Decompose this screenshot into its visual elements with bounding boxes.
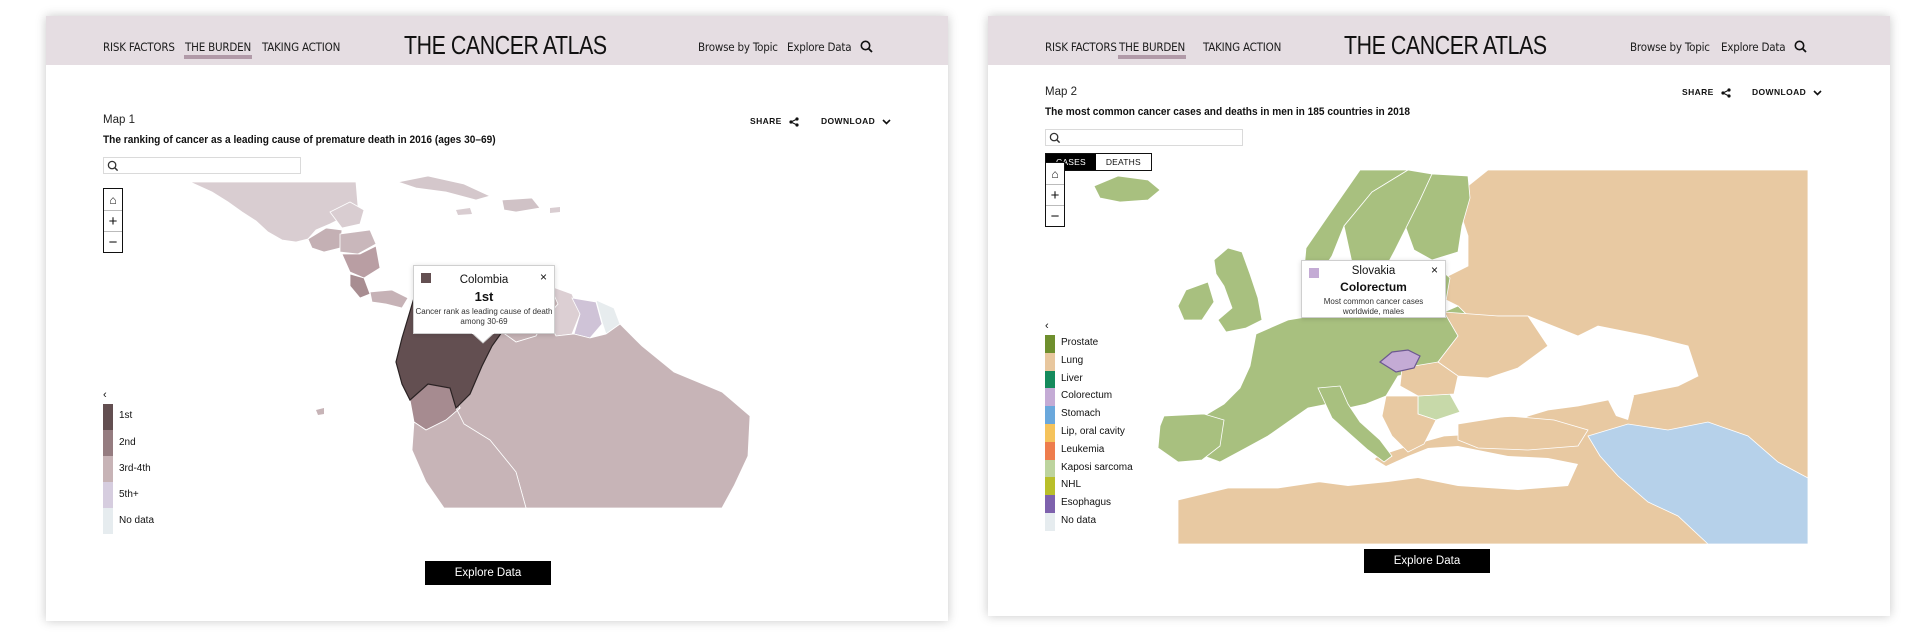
legend-swatch [1045, 441, 1055, 460]
legend-swatch [103, 404, 113, 430]
legend-swatch [1045, 459, 1055, 478]
tooltip-desc-line1: Cancer rank as leading cause of death [415, 307, 553, 316]
legend-label: Lip, oral cavity [1061, 425, 1125, 437]
legend-item-colorectum: Colorectum [1045, 388, 1112, 407]
legend-label: Liver [1061, 372, 1083, 384]
legend-label: 5th+ [119, 489, 139, 500]
tooltip-swatch [421, 273, 431, 283]
tooltip-desc-line2: worldwide, males [1342, 307, 1405, 316]
legend-swatch [1045, 406, 1055, 424]
map-legend: ‹ Prostate Lung Liver Colorectum Stomach… [1045, 320, 1133, 531]
legend-item-lung: Lung [1045, 352, 1083, 371]
country-jamaica [456, 208, 472, 215]
tooltip-value: 1st [474, 289, 494, 304]
map-tooltip: × Slovakia Colorectum Most common cancer… [1301, 260, 1446, 318]
country-panama[interactable] [369, 289, 409, 309]
legend-item-1st: 1st [103, 404, 132, 430]
legend-swatch [1045, 495, 1055, 513]
tooltip-desc-line2: among 30-69 [460, 317, 508, 326]
legend-swatch [1045, 352, 1055, 371]
legend-label: Colorectum [1061, 390, 1113, 402]
legend-swatch [1045, 388, 1055, 407]
legend-label: 3rd-4th [119, 463, 151, 474]
tooltip-swatch [1309, 268, 1319, 278]
legend-item-no-data: No data [103, 508, 154, 534]
legend-item-leukemia: Leukemia [1045, 441, 1104, 460]
legend-label: Lung [1061, 354, 1084, 366]
legend-collapse-icon[interactable]: ‹ [1045, 320, 1049, 332]
legend-label: Leukemia [1061, 443, 1105, 455]
legend-swatch [103, 456, 113, 482]
legend-swatch [1045, 370, 1055, 389]
legend-swatch [1045, 512, 1055, 531]
legend-swatch [103, 430, 113, 456]
legend-label: NHL [1061, 479, 1082, 491]
legend-item-esophagus: Esophagus [1045, 495, 1111, 513]
legend-label: 2nd [119, 437, 136, 448]
explore-data-button[interactable]: Explore Data [1364, 549, 1490, 573]
legend-label: Prostate [1061, 337, 1099, 348]
legend-label: Stomach [1061, 408, 1101, 420]
zoom-controls: ⌂ + − [1045, 162, 1065, 227]
map-legend: ‹ 1st 2nd 3rd-4th 5th+ No data [103, 389, 154, 534]
country-costa-rica[interactable] [349, 273, 371, 299]
zoom-in-button[interactable]: + [1046, 184, 1064, 205]
legend-item-prostate: Prostate [1045, 335, 1098, 353]
legend-swatch [103, 482, 113, 508]
tooltip-value: Colorectum [1340, 280, 1407, 294]
zoom-out-button[interactable]: − [1046, 205, 1064, 226]
legend-item-3rd-4th: 3rd-4th [103, 456, 151, 482]
legend-label: No data [119, 515, 155, 526]
legend-label: Esophagus [1061, 497, 1112, 509]
home-button[interactable]: ⌂ [1046, 163, 1064, 184]
legend-item-kaposi-sarcoma: Kaposi sarcoma [1045, 459, 1133, 478]
tooltip-pointer [472, 333, 494, 344]
explore-data-button[interactable]: Explore Data [425, 561, 551, 585]
legend-swatch [1045, 477, 1055, 496]
country-uk[interactable] [1213, 247, 1263, 333]
legend-item-liver: Liver [1045, 370, 1083, 389]
country-iceland[interactable] [1093, 175, 1161, 203]
legend-item-nhl: NHL [1045, 477, 1081, 496]
country-puerto-rico [550, 207, 560, 213]
legend-label: 1st [119, 410, 133, 421]
legend-swatch [103, 508, 113, 534]
legend-item-lip-oral-cavity: Lip, oral cavity [1045, 423, 1125, 442]
country-ukraine[interactable] [1437, 311, 1549, 379]
tooltip-country: Colombia [459, 274, 509, 286]
close-icon[interactable]: × [540, 270, 547, 284]
legend-label: Kaposi sarcoma [1061, 461, 1133, 473]
legend-item-stomach: Stomach [1045, 406, 1100, 424]
map1-panel: RISK FACTORS THE BURDEN TAKING ACTION TH… [46, 16, 948, 621]
legend-item-5th-plus: 5th+ [103, 482, 139, 508]
islands-galapagos [316, 408, 324, 415]
map2-panel: RISK FACTORS THE BURDEN TAKING ACTION TH… [988, 16, 1890, 616]
legend-swatch [1045, 335, 1055, 353]
tooltip-desc-line1: Most common cancer cases [1323, 297, 1424, 306]
legend-item-no-data: No data [1045, 512, 1096, 531]
country-cuba[interactable] [396, 175, 492, 201]
country-hispaniola[interactable] [501, 197, 541, 213]
tooltip-country: Slovakia [1351, 265, 1396, 277]
close-icon[interactable]: × [1431, 263, 1438, 277]
legend-collapse-icon[interactable]: ‹ [103, 389, 107, 401]
legend-swatch [1045, 423, 1055, 442]
legend-label: No data [1061, 514, 1097, 526]
country-ireland[interactable] [1177, 281, 1215, 321]
map-tooltip: × Colombia 1st Cancer rank as leading ca… [413, 265, 555, 334]
legend-item-2nd: 2nd [103, 430, 136, 456]
